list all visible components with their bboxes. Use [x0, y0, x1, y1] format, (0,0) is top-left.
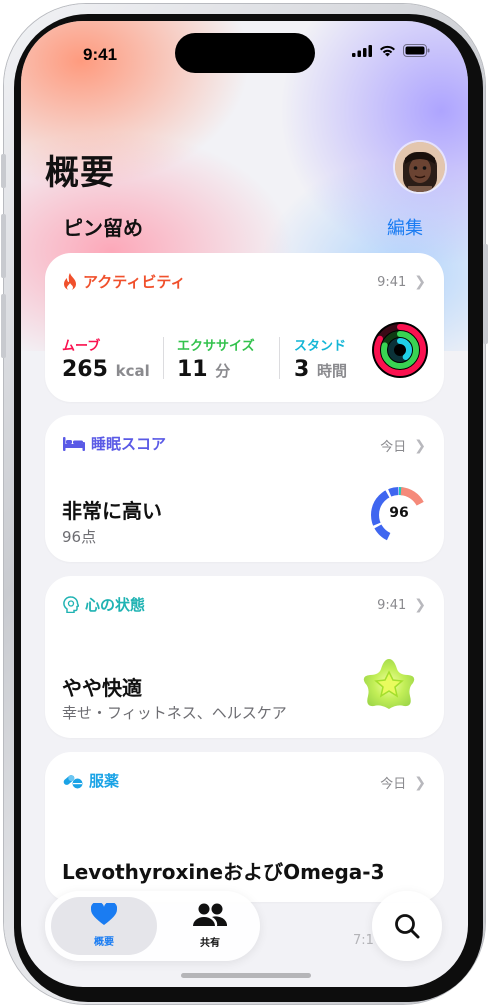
- exercise-metric: エクササイズ 11 分: [177, 335, 255, 382]
- search-button[interactable]: [372, 891, 442, 961]
- chevron-right-icon: ❯: [414, 274, 426, 290]
- medication-card[interactable]: 服薬 今日 ❯ LevothyroxineおよびOmega-3: [45, 752, 444, 902]
- power-button: [483, 244, 488, 344]
- state-of-mind-card[interactable]: 心の状態 9:41 ❯ やや快適 幸せ・フィットネス、ヘルスケア: [45, 576, 444, 738]
- sleep-title: 睡眠スコア: [91, 435, 167, 453]
- flame-icon: [64, 272, 76, 290]
- sleep-score-card[interactable]: 睡眠スコア 今日 ❯ 非常に高い 96点 96: [45, 415, 444, 562]
- edit-button[interactable]: 編集: [387, 214, 423, 240]
- move-metric: ムーブ 265 kcal: [62, 335, 150, 382]
- exercise-label: エクササイズ: [177, 339, 255, 354]
- stand-unit: 時間: [316, 362, 347, 380]
- action-button: [1, 154, 6, 188]
- dynamic-island: [175, 33, 315, 73]
- sleep-meta: 今日 ❯: [380, 436, 426, 456]
- tab-sharing-label: 共有: [200, 938, 220, 949]
- move-unit: kcal: [115, 362, 150, 380]
- chevron-right-icon: ❯: [414, 774, 426, 791]
- mind-headline: やや快適: [62, 676, 142, 700]
- battery-icon: [403, 44, 430, 57]
- heart-icon: [90, 901, 118, 925]
- metric-divider: [163, 337, 164, 379]
- home-indicator: [181, 973, 311, 978]
- profile-avatar[interactable]: [395, 142, 445, 192]
- medication-meta: 今日 ❯: [380, 773, 426, 793]
- activity-meta: 9:41 ❯: [377, 274, 426, 290]
- metric-divider: [279, 337, 280, 379]
- tab-sharing[interactable]: 共有: [157, 903, 263, 949]
- chevron-right-icon: ❯: [414, 437, 426, 454]
- medication-card-header: 服薬: [63, 770, 119, 791]
- medication-date: 今日: [380, 777, 407, 792]
- sleep-date: 今日: [380, 440, 407, 455]
- search-icon: [395, 914, 420, 939]
- tab-bar: 概要 共有: [45, 891, 260, 961]
- status-time: 9:41: [83, 45, 118, 64]
- mind-detail: 幸せ・フィットネス、ヘルスケア: [62, 704, 287, 722]
- sleep-score-gauge: 96: [370, 486, 428, 544]
- mind-meta: 9:41 ❯: [377, 597, 426, 613]
- stand-value: 3: [294, 357, 310, 382]
- activity-title: アクティビティ: [83, 273, 186, 291]
- exercise-unit: 分: [215, 362, 231, 380]
- medication-title: 服薬: [89, 772, 120, 790]
- exercise-value: 11: [177, 357, 208, 382]
- activity-card[interactable]: アクティビティ 9:41 ❯ ムーブ 265 kcal エクササイズ 11 分 …: [45, 253, 444, 402]
- tab-summary-label: 概要: [94, 937, 114, 948]
- mind-time: 9:41: [377, 597, 407, 613]
- memoji-avatar-icon: [395, 142, 445, 192]
- activity-card-header: アクティビティ: [63, 271, 185, 292]
- peek-time: 7:1: [353, 933, 374, 948]
- head-profile-icon: [63, 596, 79, 613]
- mind-card-header: 心の状態: [63, 594, 145, 615]
- wifi-icon: [380, 45, 395, 56]
- tab-summary[interactable]: 概要: [51, 901, 157, 948]
- stand-metric: スタンド 3 時間: [294, 335, 347, 382]
- mind-title: 心の状態: [85, 596, 146, 614]
- page-title: 概要: [45, 153, 115, 193]
- sleep-points: 96点: [62, 528, 97, 546]
- chevron-right-icon: ❯: [414, 597, 426, 613]
- pills-icon: [63, 774, 83, 788]
- activity-time: 9:41: [377, 274, 407, 290]
- sleep-card-header: 睡眠スコア: [63, 433, 166, 454]
- cellular-signal-icon: [352, 44, 372, 57]
- activity-rings-icon: [372, 322, 428, 378]
- status-icons: [352, 44, 430, 57]
- sleep-headline: 非常に高い: [62, 499, 162, 523]
- people-icon: [193, 903, 228, 926]
- mood-star-icon: [363, 659, 415, 709]
- bed-icon: [63, 436, 85, 451]
- pinned-section-title: ピン留め: [63, 216, 143, 240]
- medication-headline: LevothyroxineおよびOmega-3: [62, 860, 385, 884]
- stand-label: スタンド: [294, 339, 347, 354]
- screen: 9:41 概要 ピン留め 編集 アクティビティ 9:41 ❯ ムーブ 265 k…: [21, 21, 468, 987]
- volume-down-button: [1, 294, 6, 358]
- volume-up-button: [1, 214, 6, 278]
- sleep-score-value: 96: [389, 505, 409, 521]
- move-label: ムーブ: [62, 339, 101, 354]
- move-value: 265: [62, 357, 108, 382]
